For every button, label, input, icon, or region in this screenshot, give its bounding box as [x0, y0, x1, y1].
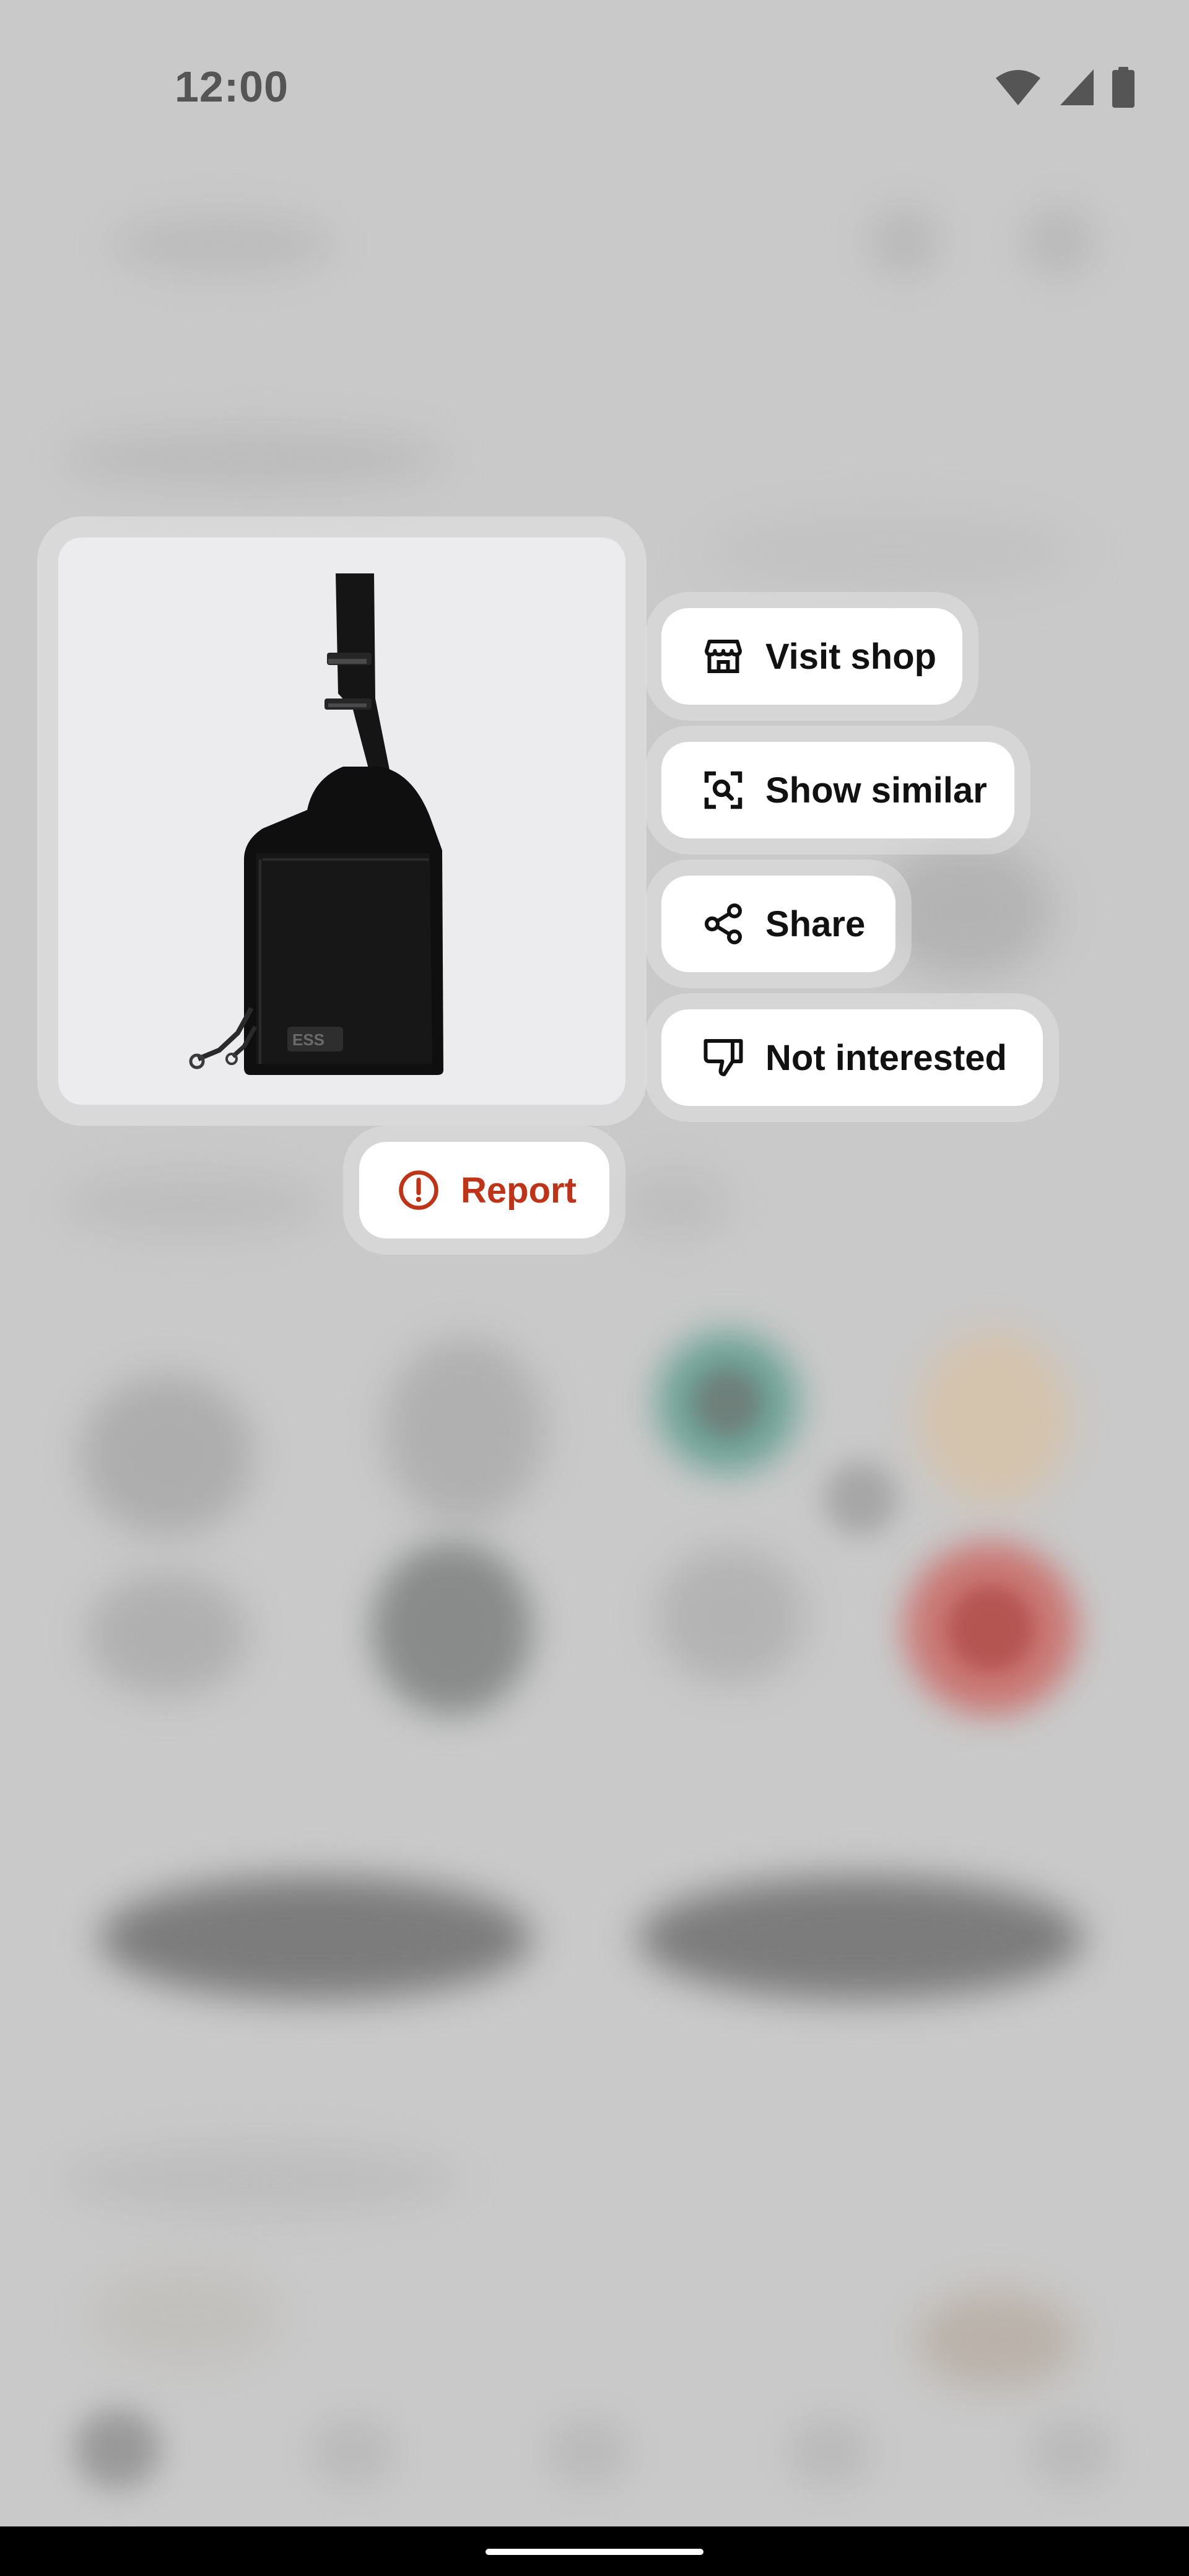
home-gesture-handle[interactable]: [486, 2549, 703, 2555]
show-similar-button[interactable]: Show similar: [661, 742, 1014, 838]
wifi-icon: [996, 70, 1040, 105]
system-navigation-bar: [0, 2526, 1189, 2576]
visual-search-icon: [704, 771, 743, 809]
svg-text:ESS: ESS: [292, 1030, 324, 1049]
bag-image: ESS: [189, 573, 443, 1075]
report-button[interactable]: Report: [359, 1142, 609, 1238]
show-similar-label: Show similar: [765, 770, 987, 811]
share-button[interactable]: Share: [661, 876, 895, 972]
report-label: Report: [461, 1170, 577, 1211]
status-icons: [995, 67, 1135, 108]
share-label: Share: [765, 903, 866, 944]
thumbs-down-icon: [703, 1039, 743, 1076]
not-interested-button[interactable]: Not interested: [661, 1009, 1043, 1106]
alert-circle-icon: [399, 1170, 438, 1210]
product-image-card[interactable]: ESS: [58, 537, 625, 1105]
blurred-background: [0, 0, 1189, 2576]
visit-shop-button[interactable]: Visit shop: [661, 608, 962, 705]
status-bar: 12:00: [0, 0, 1189, 180]
cellular-signal-icon: [1060, 69, 1094, 105]
battery-icon: [1112, 67, 1135, 108]
share-icon: [705, 903, 742, 944]
storefront-icon: [705, 640, 742, 673]
not-interested-label: Not interested: [765, 1037, 1007, 1078]
status-time: 12:00: [175, 63, 289, 111]
visit-shop-label: Visit shop: [765, 636, 937, 677]
